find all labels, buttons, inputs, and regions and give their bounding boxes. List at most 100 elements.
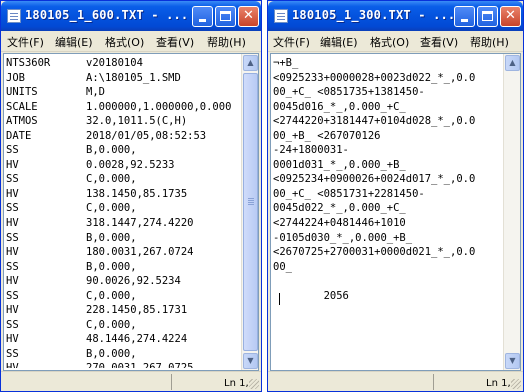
line-value: 48.1446,274.4224 xyxy=(86,333,188,346)
text-line: HV 270.0031,267.0725 xyxy=(6,361,240,368)
line-keyword: HV xyxy=(6,361,19,368)
cursor-position: Ln 1, xyxy=(224,378,249,389)
menu-help[interactable]: 帮助(H) xyxy=(470,34,509,50)
text-line: DATE 2018/01/05,08:52:53 xyxy=(6,129,240,144)
scroll-down-button[interactable]: ▼ xyxy=(243,353,258,369)
vertical-scrollbar[interactable]: ▲ ▼ xyxy=(241,54,258,370)
line-keyword: DATE xyxy=(6,129,32,142)
text-line: 00_+C_ <0851735+1381450- xyxy=(273,86,425,99)
menu-file[interactable]: 文件(F) xyxy=(273,34,310,50)
text-line: <0925234+0900026+0024d017_*_,0.0 xyxy=(273,173,476,186)
maximize-button[interactable] xyxy=(477,6,498,27)
text-line: JOB A:\180105_1.SMD xyxy=(6,71,240,86)
text-line: <2744224+0481446+1010 xyxy=(273,217,406,230)
line-value: 270.0031,267.0725 xyxy=(86,361,193,368)
line-value: M,D xyxy=(86,86,105,99)
line-keyword: SS xyxy=(6,260,19,273)
close-icon: ✕ xyxy=(243,8,254,23)
line-keyword: HV xyxy=(6,333,19,346)
text-line: -0105d030_*_,0.000_+B_ xyxy=(273,231,413,244)
maximize-button[interactable] xyxy=(215,6,236,27)
status-bar: Ln 1, xyxy=(1,371,261,391)
line-value: 2018/01/05,08:52:53 xyxy=(86,129,207,142)
scroll-down-button[interactable]: ▼ xyxy=(505,353,520,369)
title-bar[interactable]: 180105_1_600.TXT - ... ✕ xyxy=(1,1,261,31)
minimize-button[interactable] xyxy=(454,6,475,27)
text-line: <0925233+0000028+0023d022_*_,0.0 xyxy=(273,71,476,84)
text-line: SCALE 1.000000,1.000000,0.000 xyxy=(6,100,240,115)
text-line: ¬+B_ xyxy=(273,57,299,69)
line-keyword: ATMOS xyxy=(6,115,38,128)
resize-grip-icon[interactable] xyxy=(511,379,521,389)
text-line: HV 48.1446,274.4224 xyxy=(6,332,240,347)
menu-view[interactable]: 查看(V) xyxy=(156,34,194,50)
line-keyword: SS xyxy=(6,289,19,302)
menu-file[interactable]: 文件(F) xyxy=(7,34,44,50)
menu-edit[interactable]: 编辑(E) xyxy=(320,34,358,50)
line-keyword: SS xyxy=(6,144,19,157)
menu-view[interactable]: 查看(V) xyxy=(420,34,458,50)
line-value: 228.1450,85.1731 xyxy=(86,304,188,317)
window-title: 180105_1_300.TXT - ... xyxy=(292,8,456,22)
text-line: 2056 xyxy=(273,289,349,302)
text-line: HV 228.1450,85.1731 xyxy=(6,303,240,318)
line-keyword: HV xyxy=(6,158,19,171)
window-title: 180105_1_600.TXT - ... xyxy=(25,8,189,22)
close-icon: ✕ xyxy=(505,8,516,23)
line-value: C,0.000, xyxy=(86,202,137,215)
text-line: <2670725+2700031+0000d021_*_,0.0 xyxy=(273,246,476,259)
scroll-thumb[interactable] xyxy=(243,73,258,351)
menu-help[interactable]: 帮助(H) xyxy=(207,34,246,50)
scroll-up-button[interactable]: ▲ xyxy=(505,55,520,71)
line-keyword: SS xyxy=(6,347,19,360)
close-button[interactable]: ✕ xyxy=(500,6,521,27)
line-value: C,0.000, xyxy=(86,173,137,186)
status-bar: Ln 1, xyxy=(268,371,523,391)
line-value: 138.1450,85.1735 xyxy=(86,187,188,200)
vertical-scrollbar[interactable]: ▲ ▼ xyxy=(503,54,520,370)
text-line: SS B,0.000, xyxy=(6,260,240,275)
text-line: HV 138.1450,85.1735 xyxy=(6,187,240,202)
text-line: 00_+C_ <0851731+2281450- xyxy=(273,187,425,200)
line-value: 0.0028,92.5233 xyxy=(86,158,175,171)
minimize-icon xyxy=(199,19,206,22)
close-button[interactable]: ✕ xyxy=(238,6,259,27)
line-keyword: HV xyxy=(6,187,19,200)
text-line: NTS360R v20180104 xyxy=(6,56,240,71)
line-value: 32.0,1011.5(C,H) xyxy=(86,115,188,128)
menu-format[interactable]: 格式(O) xyxy=(105,34,144,50)
text-line: 0045d016_*_,0.000_+C_ xyxy=(273,100,406,113)
scroll-up-button[interactable]: ▲ xyxy=(243,55,258,71)
text-line: SS C,0.000, xyxy=(6,201,240,216)
notepad-window-right: 180105_1_300.TXT - ... ✕ 文件(F) 编辑(E) 格式(… xyxy=(267,0,524,392)
text-line: SS B,0.000, xyxy=(6,143,240,158)
menu-edit[interactable]: 编辑(E) xyxy=(55,34,93,50)
title-bar[interactable]: 180105_1_300.TXT - ... ✕ xyxy=(268,1,523,31)
text-line: SS C,0.000, xyxy=(6,318,240,333)
text-line: ATMOS 32.0,1011.5(C,H) xyxy=(6,114,240,129)
line-keyword: SS xyxy=(6,173,19,186)
notepad-icon xyxy=(7,9,21,23)
text-line: HV 90.0026,92.5234 xyxy=(6,274,240,289)
line-keyword: HV xyxy=(6,304,19,317)
line-keyword: SS xyxy=(6,231,19,244)
menu-format[interactable]: 格式(O) xyxy=(370,34,409,50)
thumb-grip-icon xyxy=(248,198,254,200)
resize-grip-icon[interactable] xyxy=(249,379,259,389)
line-keyword: JOB xyxy=(6,71,25,84)
text-editor[interactable]: NTS360R v20180104 JOB A:\180105_1.SMD UNITS M… xyxy=(3,53,259,371)
text-line: -24+1800031- xyxy=(273,144,349,157)
line-value: B,0.000, xyxy=(86,347,137,360)
text-editor[interactable]: ¬+B_ <0925233+0000028+0023d022_*_,0.0 00_+… xyxy=(270,53,521,371)
line-value: C,0.000, xyxy=(86,318,137,331)
line-value: B,0.000, xyxy=(86,231,137,244)
line-value: 1.000000,1.000000,0.000 xyxy=(86,100,232,113)
line-keyword: SS xyxy=(6,202,19,215)
minimize-icon xyxy=(461,19,468,22)
text-line: SS B,0.000, xyxy=(6,347,240,362)
text-line: 00_ xyxy=(273,260,292,273)
line-keyword: SCALE xyxy=(6,100,38,113)
text-caret xyxy=(279,293,280,305)
text-line: HV 180.0031,267.0724 xyxy=(6,245,240,260)
minimize-button[interactable] xyxy=(192,6,213,27)
